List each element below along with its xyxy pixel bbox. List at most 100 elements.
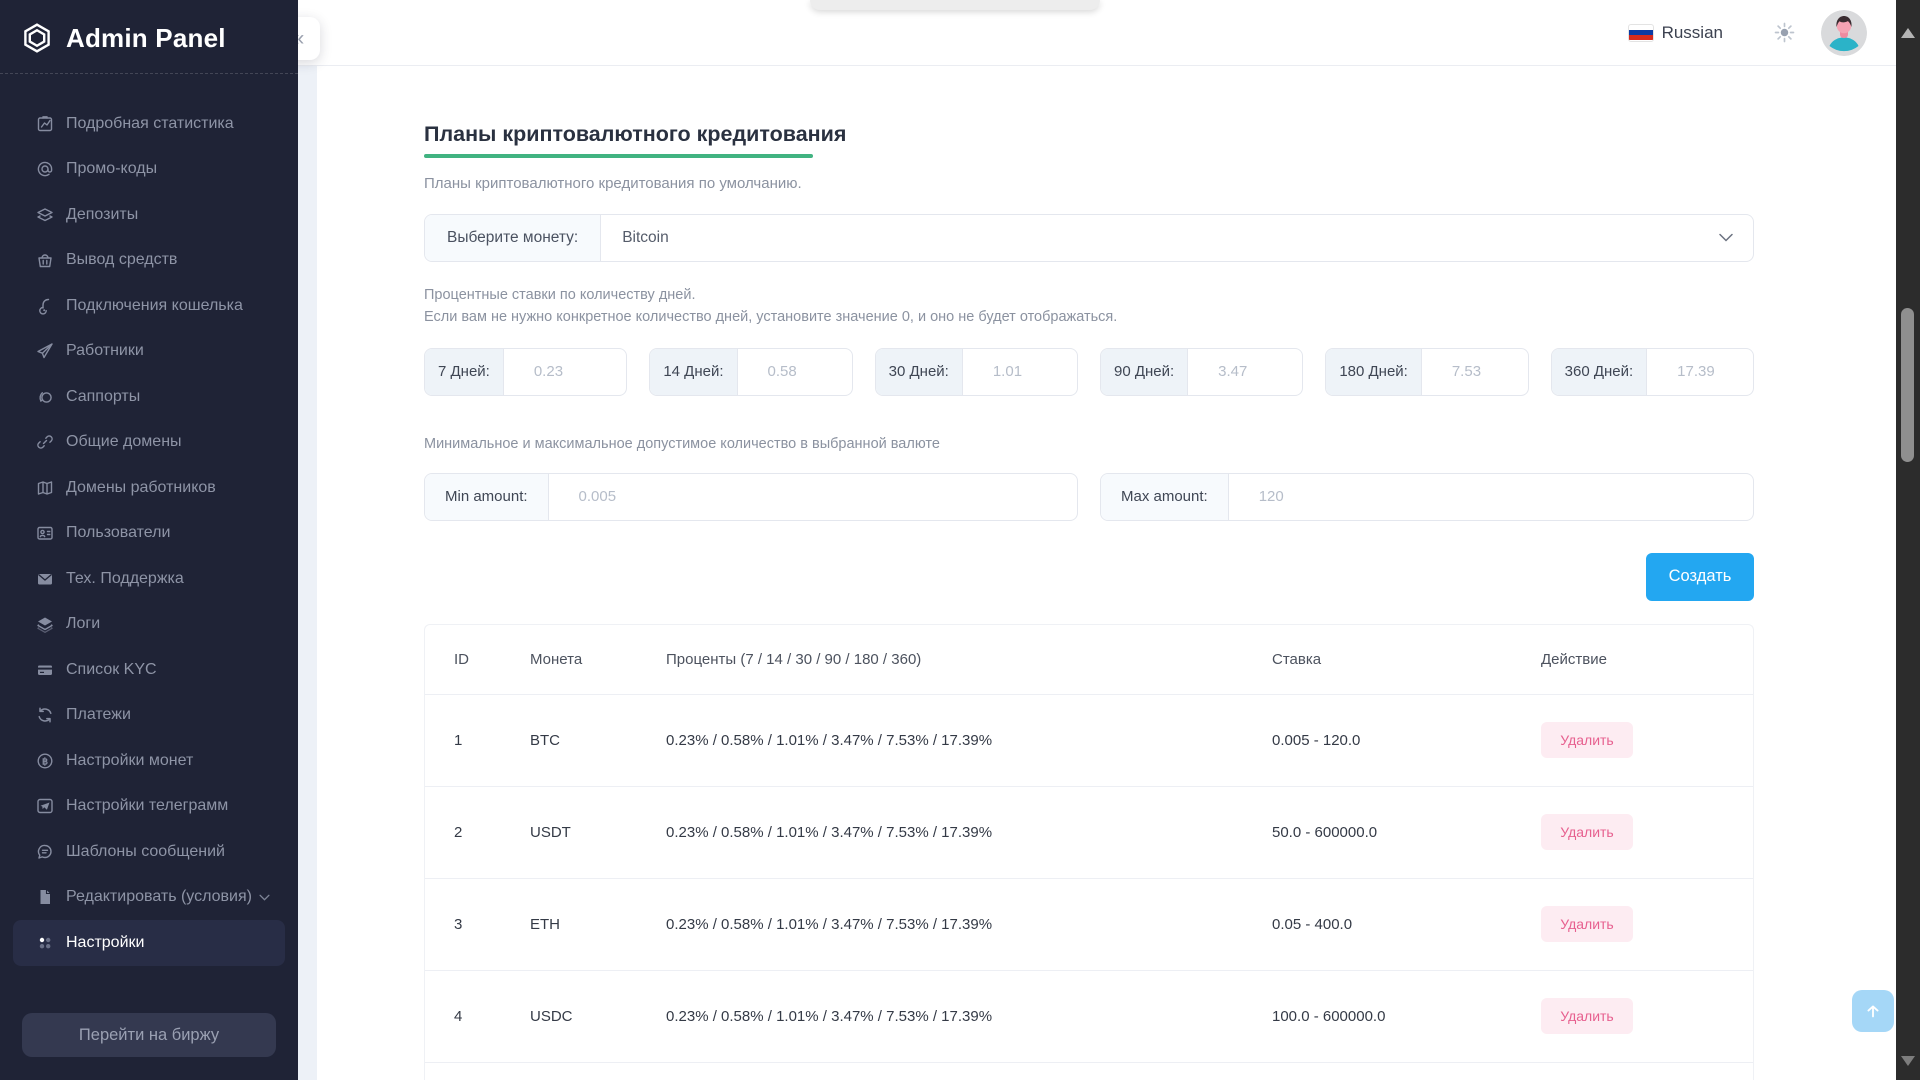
sidebar-item-stats[interactable]: Подробная статистика	[0, 101, 298, 147]
chevron-down-icon	[259, 894, 270, 901]
app-logo-icon	[21, 22, 53, 54]
scrollbar-thumb[interactable]	[1901, 308, 1914, 462]
page-scrollbar[interactable]	[1896, 0, 1920, 1080]
rate-field-14-days: 14 Дней:	[649, 348, 852, 396]
sidebar-item-wallet-connections[interactable]: Подключения кошелька	[0, 283, 298, 329]
supports-icon	[34, 387, 55, 407]
sidebar-item-telegram-settings[interactable]: Настройки телеграмм	[0, 784, 298, 830]
rate-field-90-days: 90 Дней:	[1100, 348, 1303, 396]
rate-input-14-days[interactable]	[738, 349, 852, 395]
users-icon	[34, 523, 55, 543]
edit-terms-icon	[34, 887, 55, 907]
sidebar-item-logs[interactable]: Логи	[0, 602, 298, 648]
sidebar-item-deposits[interactable]: Депозиты	[0, 192, 298, 238]
min-amount-field: Min amount:	[424, 473, 1078, 521]
sidebar-item-shared-domains[interactable]: Общие домены	[0, 420, 298, 466]
delete-button[interactable]: Удалить	[1541, 998, 1633, 1034]
coin-select-value: Bitcoin	[601, 215, 1719, 261]
russian-flag-icon[interactable]	[1629, 25, 1653, 41]
delete-button[interactable]: Удалить	[1541, 906, 1633, 942]
delete-button[interactable]: Удалить	[1541, 814, 1633, 850]
max-amount-input[interactable]	[1229, 474, 1753, 520]
sidebar-item-workers[interactable]: Работники	[0, 329, 298, 375]
shared-domains-icon	[34, 432, 55, 452]
promo-codes-icon	[34, 159, 55, 179]
sidebar-item-users[interactable]: Пользователи	[0, 511, 298, 557]
rate-input-90-days[interactable]	[1188, 349, 1302, 395]
content-card: Планы криптовалютного кредитования Планы…	[317, 65, 1896, 1080]
workers-icon	[34, 341, 55, 361]
scrollbar-up-arrow-icon[interactable]	[1901, 28, 1915, 38]
rate-field-7-days: 7 Дней:	[424, 348, 627, 396]
sidebar-item-withdrawals[interactable]: Вывод средств	[0, 238, 298, 284]
sidebar-item-promo-codes[interactable]: Промо-коды	[0, 147, 298, 193]
tech-support-icon	[34, 569, 55, 589]
page-subtitle: Планы криптовалютного кредитования по ум…	[424, 175, 1754, 193]
app-title: Admin Panel	[66, 23, 226, 54]
delete-button[interactable]: Удалить	[1541, 722, 1633, 758]
kyc-list-icon	[34, 660, 55, 680]
sidebar-item-supports[interactable]: Саппорты	[0, 374, 298, 420]
table-row: 2 USDT 0.23% / 0.58% / 1.01% / 3.47% / 7…	[425, 786, 1753, 878]
payments-icon	[34, 705, 55, 725]
main-area: Russian « Планы криптовалютного кредитов…	[298, 0, 1896, 1080]
day-rate-fields: 7 Дней: 14 Дней: 30 Дней: 90 Дней:	[424, 348, 1754, 396]
amount-fields: Min amount: Max amount:	[424, 473, 1754, 521]
sidebar-item-coin-settings[interactable]: ฿ Настройки монет	[0, 738, 298, 784]
settings-icon	[34, 933, 55, 953]
language-selector[interactable]: Russian	[1662, 23, 1723, 43]
sidebar: Admin Panel Подробная статистика Промо-к…	[0, 0, 298, 1080]
table-header: ID Монета Проценты (7 / 14 / 30 / 90 / 1…	[425, 625, 1753, 694]
worker-domains-icon	[34, 478, 55, 498]
sidebar-item-worker-domains[interactable]: Домены работников	[0, 465, 298, 511]
wallet-connections-icon	[34, 296, 55, 316]
min-amount-input[interactable]	[549, 474, 1077, 520]
rate-input-7-days[interactable]	[504, 349, 626, 395]
sidebar-item-settings[interactable]: Настройки	[13, 920, 285, 966]
user-avatar[interactable]	[1821, 10, 1867, 56]
deposits-icon	[34, 205, 55, 225]
sidebar-item-payments[interactable]: Платежи	[0, 693, 298, 739]
title-underline	[424, 154, 813, 158]
scroll-to-top-button[interactable]	[1852, 990, 1894, 1032]
page-title: Планы криптовалютного кредитования	[424, 122, 1754, 147]
table-row: 4 USDC 0.23% / 0.58% / 1.01% / 3.47% / 7…	[425, 970, 1753, 1062]
logo: Admin Panel	[0, 0, 298, 73]
admin-panel-app: Admin Panel Подробная статистика Промо-к…	[0, 0, 1920, 1080]
rates-hint-2: Если вам не нужно конкретное количество …	[424, 309, 1754, 326]
logs-icon	[34, 614, 55, 634]
sidebar-item-edit-terms[interactable]: Редактировать (условия)	[0, 875, 298, 921]
sidebar-item-message-templates[interactable]: Шаблоны сообщений	[0, 829, 298, 875]
coin-settings-icon: ฿	[34, 751, 55, 771]
sidebar-item-tech-support[interactable]: Тех. Поддержка	[0, 556, 298, 602]
theme-toggle-sun-icon[interactable]	[1773, 21, 1796, 44]
rate-field-360-days: 360 Дней:	[1551, 348, 1754, 396]
rate-input-30-days[interactable]	[963, 349, 1077, 395]
withdrawals-icon	[34, 250, 55, 270]
table-row: 1 BTC 0.23% / 0.58% / 1.01% / 3.47% / 7.…	[425, 694, 1753, 786]
go-to-exchange-button[interactable]: Перейти на биржу	[22, 1013, 276, 1057]
coin-select[interactable]: Выберите монету: Bitcoin	[424, 214, 1754, 262]
sidebar-menu: Подробная статистика Промо-коды Депозиты…	[0, 101, 298, 966]
rate-field-30-days: 30 Дней:	[875, 348, 1078, 396]
max-amount-field: Max amount:	[1100, 473, 1754, 521]
rate-input-360-days[interactable]	[1647, 349, 1753, 395]
sidebar-divider	[0, 73, 298, 74]
table-row-partial	[425, 1062, 1753, 1080]
arrow-up-icon	[1862, 1000, 1884, 1022]
svg-text:฿: ฿	[41, 756, 47, 767]
topbar-right-cluster: Russian	[1629, 0, 1867, 65]
rate-field-180-days: 180 Дней:	[1325, 348, 1528, 396]
rate-input-180-days[interactable]	[1422, 349, 1528, 395]
scrolled-element-edge	[810, 0, 1100, 10]
stats-icon	[34, 114, 55, 134]
topbar: Russian «	[298, 0, 1896, 66]
rates-hint-1: Процентные ставки по количеству дней.	[424, 287, 1754, 304]
coin-select-label: Выберите монету:	[425, 215, 601, 261]
chevron-down-icon	[1719, 215, 1753, 261]
table-row: 3 ETH 0.23% / 0.58% / 1.01% / 3.47% / 7.…	[425, 878, 1753, 970]
sidebar-item-kyc-list[interactable]: Список KYC	[0, 647, 298, 693]
scrollbar-down-arrow-icon[interactable]	[1901, 1056, 1915, 1066]
telegram-settings-icon	[34, 796, 55, 816]
create-button[interactable]: Создать	[1646, 553, 1754, 601]
